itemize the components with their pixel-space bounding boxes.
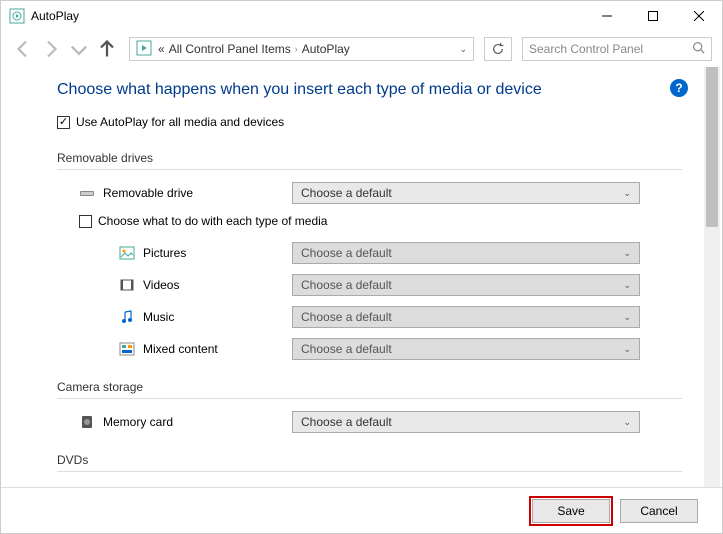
section-header-camera: Camera storage	[57, 380, 682, 394]
back-button[interactable]	[11, 37, 35, 61]
removable-drive-dropdown[interactable]: Choose a default ⌄	[292, 182, 640, 204]
breadcrumb-item[interactable]: AutoPlay	[302, 42, 350, 56]
pictures-icon	[119, 245, 135, 261]
navbar: « All Control Panel Items › AutoPlay ⌄ S…	[1, 31, 722, 67]
page-title: Choose what happens when you insert each…	[57, 81, 682, 99]
scroll-thumb[interactable]	[706, 67, 718, 227]
breadcrumb-item[interactable]: All Control Panel Items	[169, 42, 291, 56]
scrollbar[interactable]	[704, 67, 720, 487]
mixed-content-icon	[119, 341, 135, 357]
mixed-content-dropdown[interactable]: Choose a default ⌄	[292, 338, 640, 360]
autoplay-path-icon	[136, 40, 152, 59]
music-dropdown[interactable]: Choose a default ⌄	[292, 306, 640, 328]
memory-card-dropdown[interactable]: Choose a default ⌄	[292, 411, 640, 433]
music-label: Music	[143, 310, 174, 324]
chevron-down-icon: ⌄	[623, 312, 631, 323]
titlebar: AutoPlay	[1, 1, 722, 31]
refresh-button[interactable]	[484, 37, 512, 61]
chevron-down-icon: ⌄	[623, 188, 631, 199]
each-media-checkbox[interactable]	[79, 215, 92, 228]
address-dropdown-icon[interactable]: ⌄	[459, 44, 467, 55]
chevron-down-icon: ⌄	[623, 280, 631, 291]
pictures-dropdown[interactable]: Choose a default ⌄	[292, 242, 640, 264]
mixed-content-label: Mixed content	[143, 342, 218, 356]
videos-icon	[119, 277, 135, 293]
cancel-button[interactable]: Cancel	[620, 499, 698, 523]
window-title: AutoPlay	[31, 9, 79, 23]
chevron-right-icon: ›	[295, 44, 298, 54]
chevron-down-icon: ⌄	[623, 344, 631, 355]
videos-label: Videos	[143, 278, 179, 292]
minimize-button[interactable]	[584, 1, 630, 31]
addressbar[interactable]: « All Control Panel Items › AutoPlay ⌄	[129, 37, 474, 61]
chevron-down-icon: ⌄	[623, 248, 631, 259]
close-button[interactable]	[676, 1, 722, 31]
each-media-label: Choose what to do with each type of medi…	[98, 214, 327, 228]
search-icon	[692, 41, 705, 57]
pictures-label: Pictures	[143, 246, 186, 260]
help-icon[interactable]: ?	[670, 79, 688, 97]
breadcrumb-prefix[interactable]: «	[158, 42, 165, 56]
forward-button[interactable]	[39, 37, 63, 61]
search-placeholder: Search Control Panel	[529, 42, 643, 56]
memory-card-label: Memory card	[103, 415, 173, 429]
use-autoplay-checkbox[interactable]	[57, 116, 70, 129]
divider	[57, 169, 682, 170]
removable-drive-label: Removable drive	[103, 186, 193, 200]
drive-icon	[79, 185, 95, 201]
recent-dropdown[interactable]	[67, 37, 91, 61]
chevron-down-icon: ⌄	[623, 417, 631, 428]
divider	[57, 398, 682, 399]
save-button[interactable]: Save	[532, 499, 610, 523]
music-icon	[119, 309, 135, 325]
section-header-dvds: DVDs	[57, 453, 682, 467]
use-autoplay-label: Use AutoPlay for all media and devices	[76, 115, 284, 129]
up-button[interactable]	[95, 37, 119, 61]
autoplay-app-icon	[9, 8, 25, 24]
maximize-button[interactable]	[630, 1, 676, 31]
divider	[57, 471, 682, 472]
videos-dropdown[interactable]: Choose a default ⌄	[292, 274, 640, 296]
footer: Save Cancel	[1, 487, 722, 533]
section-header-removable: Removable drives	[57, 151, 682, 165]
breadcrumb: « All Control Panel Items › AutoPlay	[158, 42, 453, 56]
content-area: ? Choose what happens when you insert ea…	[1, 67, 722, 487]
search-input[interactable]: Search Control Panel	[522, 37, 712, 61]
memory-card-icon	[79, 414, 95, 430]
